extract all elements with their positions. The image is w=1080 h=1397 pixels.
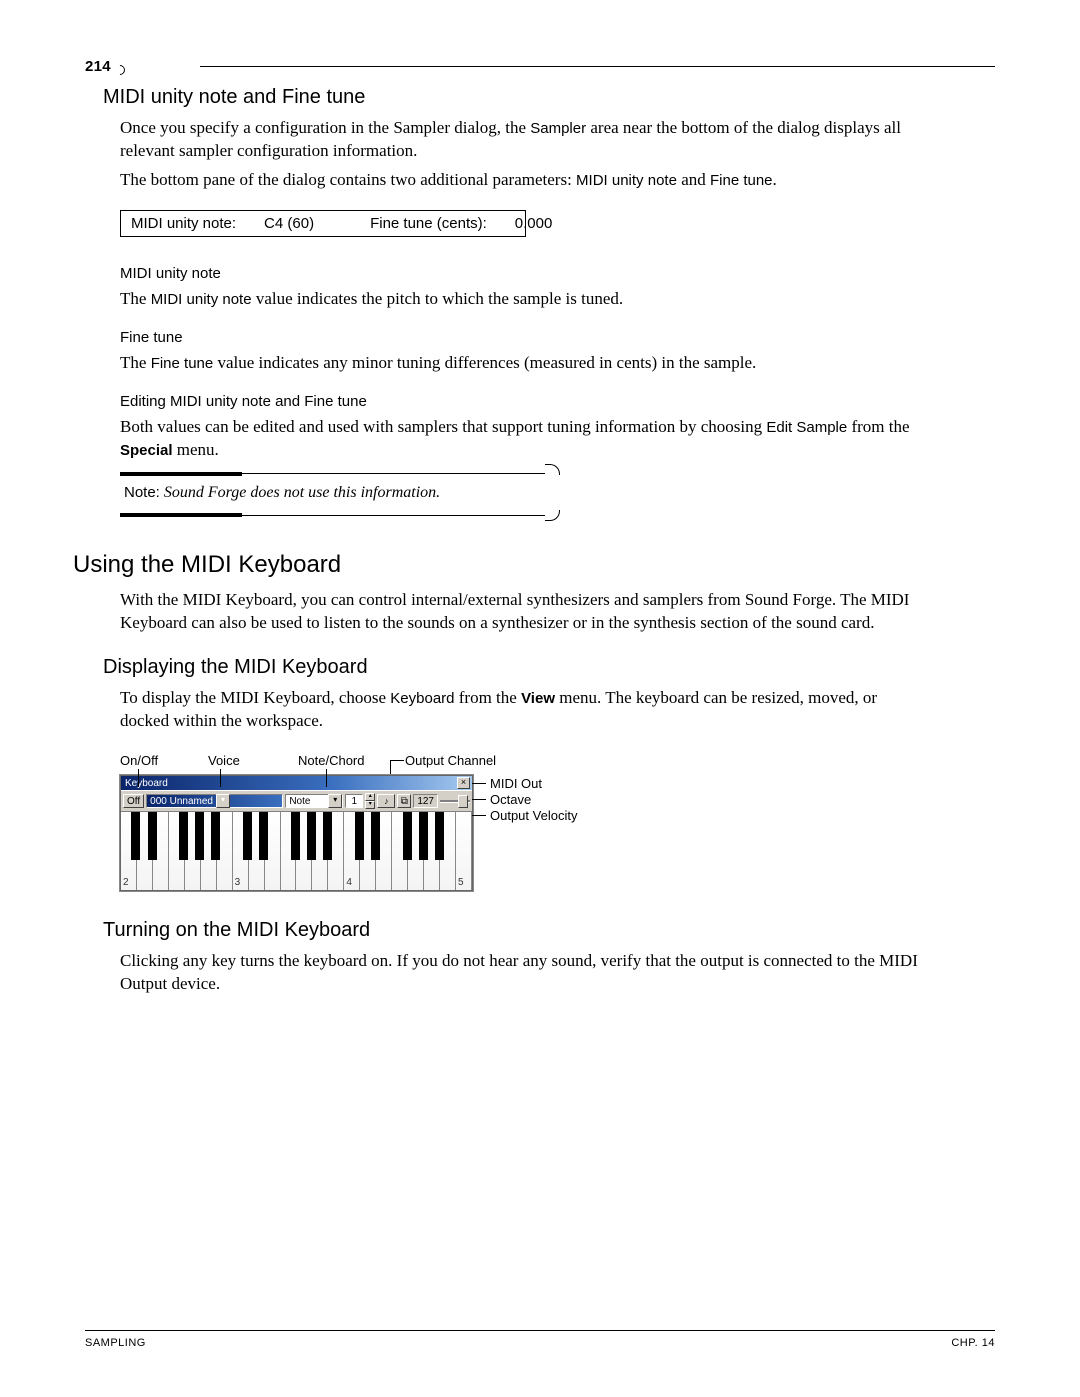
heading-midi-unity-note: MIDI unity note [120,265,995,282]
keyboard-toolbar: Off 000 Unnamed ▾ Note ▾ 1 ▴▾ ♪ ⧉ 127 [121,790,472,812]
heading-fine-tune: Fine tune [120,329,995,346]
paragraph: Both values can be edited and used with … [120,416,920,462]
heading-midi-unity-fine: MIDI unity note and Fine tune [103,86,995,109]
heading-displaying-midi-keyboard: Displaying the MIDI Keyboard [103,656,995,679]
octave-button[interactable]: ♪ [377,794,395,808]
channel-spinner[interactable]: ▴▾ [365,793,375,809]
callout-notechord: Note/Chord [298,753,364,768]
callout-output-channel: Output Channel [405,753,496,768]
fine-tune-label: Fine tune (cents): [370,215,487,232]
midi-out-button[interactable]: ⧉ [397,794,411,808]
onoff-button[interactable]: Off [123,794,144,808]
paragraph: To display the MIDI Keyboard, choose Key… [120,687,920,733]
figure-midi-keyboard: On/Off Voice Note/Chord Output Channel K… [120,753,620,891]
note-box: Note: Sound Forge does not use this info… [120,472,560,521]
paragraph: Clicking any key turns the keyboard on. … [120,950,920,996]
page-number-decoration [117,61,135,73]
callout-midi-out: MIDI Out [490,776,542,791]
menu-special: Special [120,442,173,459]
velocity-value: 127 [414,796,437,807]
note-label: Note: [124,484,160,501]
keyboard-window: Keyboard × Off 000 Unnamed ▾ Note ▾ 1 ▴▾ [120,775,473,891]
paragraph: Once you specify a configuration in the … [120,117,920,163]
close-button[interactable]: × [457,777,470,789]
callout-labels-top: On/Off Voice Note/Chord Output Channel [120,753,620,775]
heading-using-midi-keyboard: Using the MIDI Keyboard [73,551,995,579]
page-number: 214 [85,58,111,75]
header-rule [200,66,995,67]
chevron-down-icon[interactable]: ▾ [328,794,342,808]
paragraph: The bottom pane of the dialog contains t… [120,169,920,192]
window-title: Keyboard [123,778,168,789]
ui-term-fine-tune: Fine tune [710,172,773,189]
ui-term-edit-sample: Edit Sample [766,419,847,436]
callout-voice: Voice [208,753,240,768]
notechord-combo[interactable]: Note [286,796,328,807]
figure-midi-params-pane: MIDI unity note: C4 (60) Fine tune (cent… [120,210,526,237]
heading-editing-midi-fine-tune: Editing MIDI unity note and Fine tune [120,393,995,410]
output-velocity-slider[interactable] [440,794,470,808]
output-channel-value[interactable]: 1 [346,796,362,807]
paragraph: With the MIDI Keyboard, you can control … [120,589,920,635]
ui-term-keyboard: Keyboard [390,690,454,707]
ui-term-midi-unity-note: MIDI unity note [576,172,677,189]
heading-turning-on-midi-keyboard: Turning on the MIDI Keyboard [103,919,995,942]
piano-keys[interactable]: 2 3 4 5 [121,812,472,890]
fine-tune-value: 0.000 [515,215,553,232]
paragraph: The Fine tune value indicates any minor … [120,352,920,375]
page-header: 214 [85,58,995,78]
footer-right: CHP. 14 [951,1337,995,1349]
callout-onoff: On/Off [120,753,158,768]
menu-view: View [521,690,555,707]
voice-combo[interactable]: 000 Unnamed [147,796,216,807]
footer-left: SAMPLING [85,1337,146,1349]
chevron-down-icon[interactable]: ▾ [216,794,230,808]
paragraph: The MIDI unity note value indicates the … [120,288,920,311]
keyboard-titlebar: Keyboard × [121,776,472,790]
callout-output-velocity: Output Velocity [490,808,577,823]
callout-octave: Octave [490,792,531,807]
note-text: Sound Forge does not use this informatio… [160,484,440,501]
ui-term-sampler: Sampler [530,120,586,137]
midi-unity-note-label: MIDI unity note: [131,215,236,232]
midi-unity-note-value: C4 (60) [264,215,314,232]
page-footer: SAMPLING CHP. 14 [85,1330,995,1349]
